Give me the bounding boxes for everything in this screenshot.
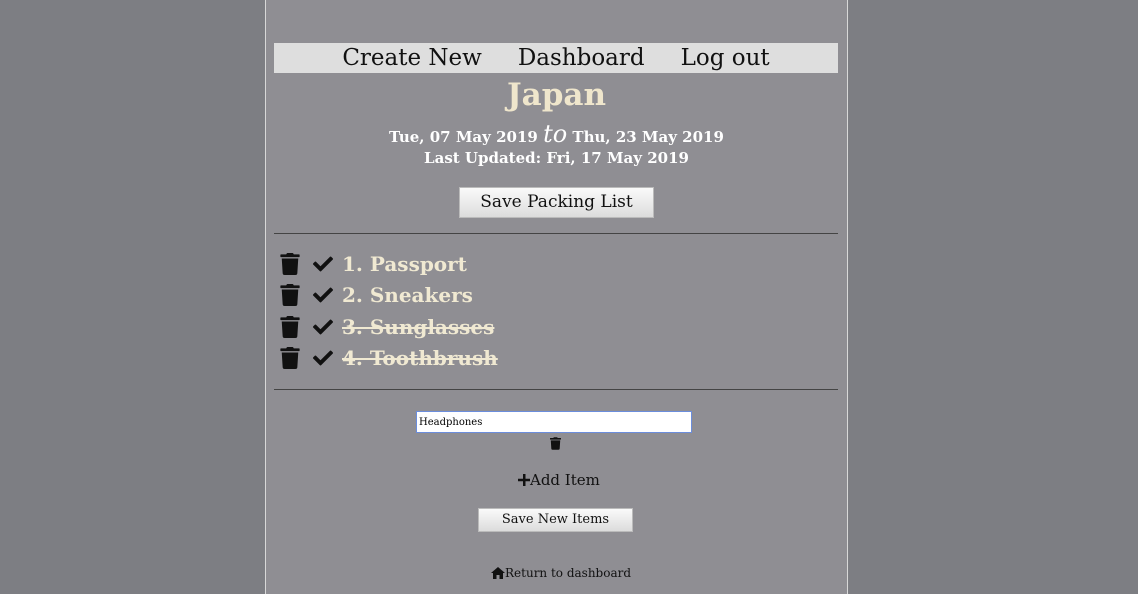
start-date: Tue, 07 May 2019 <box>389 128 538 146</box>
trash-icon[interactable] <box>280 252 300 275</box>
save-packing-list-button[interactable]: Save Packing List <box>459 187 654 218</box>
trash-icon[interactable] <box>280 284 300 307</box>
nav-bar: Create New Dashboard Log out <box>274 43 838 73</box>
page-container: Create New Dashboard Log out Japan Tue, … <box>265 0 848 594</box>
check-icon[interactable] <box>312 254 334 274</box>
return-dashboard-label: Return to dashboard <box>505 566 632 580</box>
trash-icon[interactable] <box>280 315 300 338</box>
trip-title: Japan <box>506 77 607 113</box>
check-icon[interactable] <box>312 348 334 368</box>
save-new-items-button[interactable]: Save New Items <box>478 508 633 532</box>
list-item: 3. Sunglasses <box>280 311 498 343</box>
packing-list: 1. Passport 2. Sneakers 3. Sunglasses 4. To… <box>280 248 498 374</box>
item-label: 4. Toothbrush <box>342 346 498 371</box>
trash-icon[interactable] <box>280 347 300 370</box>
list-item: 2. Sneakers <box>280 280 498 312</box>
plus-icon <box>518 474 530 486</box>
home-icon <box>491 567 505 579</box>
divider-top <box>274 233 838 234</box>
item-label: 3. Sunglasses <box>342 314 495 339</box>
trip-dates: Tue, 07 May 2019 to Thu, 23 May 2019 <box>266 120 847 148</box>
check-icon[interactable] <box>312 285 334 305</box>
item-label: 2. Sneakers <box>342 283 473 308</box>
add-item-button[interactable]: Add Item <box>518 471 600 489</box>
divider-bottom <box>274 389 838 390</box>
last-updated: Last Updated: Fri, 17 May 2019 <box>424 149 689 167</box>
new-item-input[interactable] <box>416 411 692 433</box>
item-label: 1. Passport <box>342 251 467 276</box>
nav-dashboard-link[interactable]: Dashboard <box>518 43 645 73</box>
add-item-label: Add Item <box>530 471 600 489</box>
list-item: 1. Passport <box>280 248 498 280</box>
date-separator: to <box>543 120 568 148</box>
check-icon[interactable] <box>312 317 334 337</box>
return-dashboard-link[interactable]: Return to dashboard <box>491 566 631 580</box>
list-item: 4. Toothbrush <box>280 343 498 375</box>
remove-new-item-trash-icon[interactable] <box>550 437 561 450</box>
nav-create-new-link[interactable]: Create New <box>342 43 482 73</box>
end-date: Thu, 23 May 2019 <box>572 128 724 146</box>
nav-log-out-link[interactable]: Log out <box>681 43 770 73</box>
